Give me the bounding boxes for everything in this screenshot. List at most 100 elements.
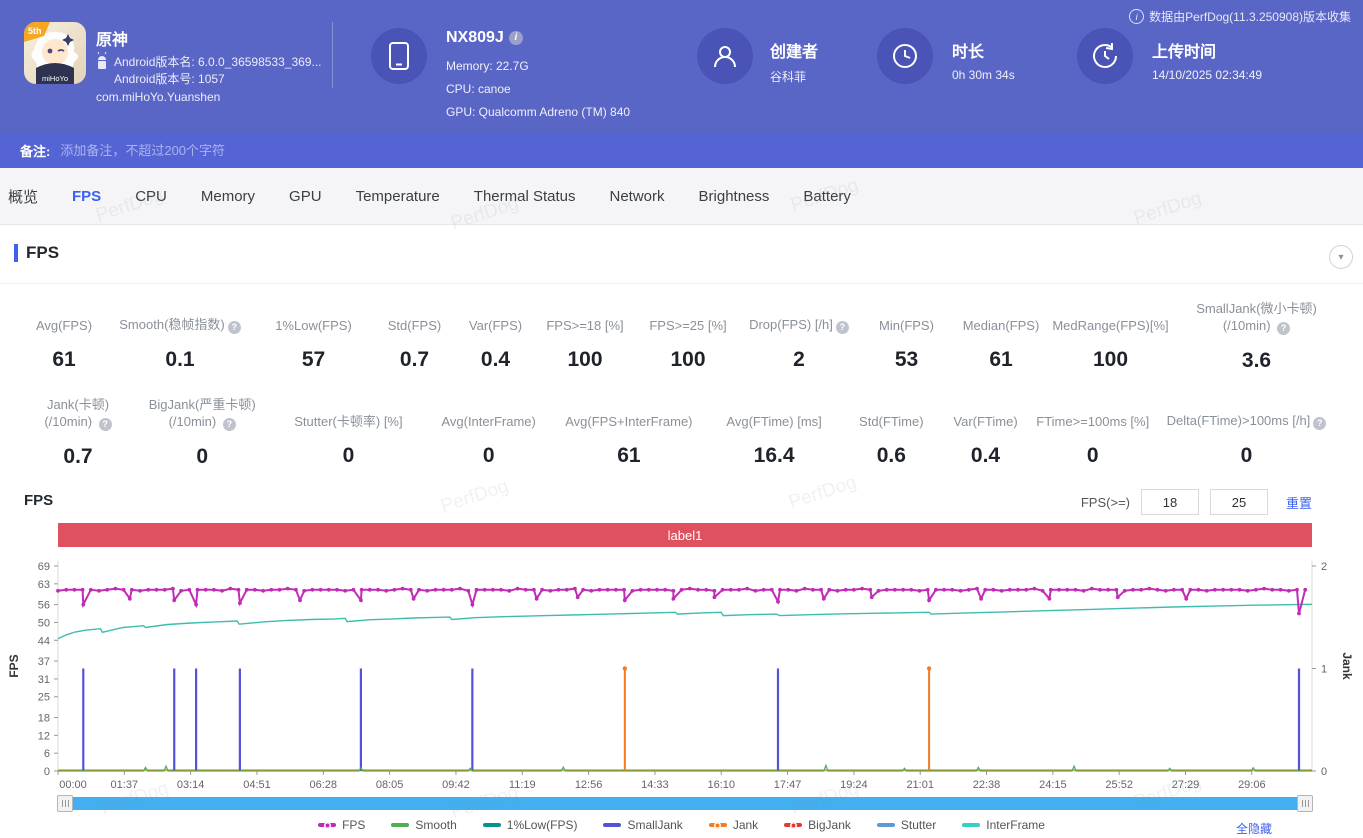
stat-cell: Std(FTime) 0.6	[843, 396, 939, 469]
perfdog-report-page: 5th miHoYo 原神 Android版本名: 6.0.0_36598533…	[0, 0, 1363, 838]
fps-threshold-input-2[interactable]	[1210, 489, 1268, 515]
stat-cell: Avg(FTime) [ms] 16.4	[705, 396, 843, 469]
section-accent-bar	[14, 244, 18, 262]
stat-label: Median(FPS)	[955, 300, 1047, 334]
help-icon[interactable]: ?	[228, 321, 241, 334]
stat-value: 16.4	[705, 444, 843, 468]
help-icon[interactable]: ?	[836, 321, 849, 334]
tab-brightness[interactable]: Brightness	[699, 188, 770, 205]
stat-value: 100	[637, 348, 739, 372]
stat-cell: Std(FPS)0.7	[372, 300, 457, 373]
svg-text:44: 44	[38, 635, 50, 647]
stat-cell: Delta(FTime)>100ms [/h]?0	[1154, 396, 1339, 469]
legend-swatch	[483, 823, 501, 827]
legend-item-1-low-fps-[interactable]: 1%Low(FPS)	[483, 818, 578, 832]
stat-cell: Avg(FPS+InterFrame)61	[553, 396, 705, 469]
reset-link[interactable]: 重置	[1286, 493, 1312, 512]
svg-text:37: 37	[38, 656, 50, 668]
svg-text:12:56: 12:56	[575, 779, 603, 791]
legend-swatch	[318, 823, 336, 827]
stat-value: 0	[425, 444, 553, 468]
legend-label: Stutter	[901, 818, 936, 832]
tab-fps[interactable]: FPS	[72, 188, 101, 205]
svg-text:50: 50	[38, 617, 50, 629]
android-version-code: Android版本号: 1057	[114, 70, 225, 87]
fps-threshold-input-1[interactable]	[1141, 489, 1199, 515]
stat-value: 0	[1032, 444, 1154, 468]
stat-cell: BigJank(严重卡顿)(/10min) ?0	[132, 396, 272, 469]
help-icon[interactable]: ?	[223, 418, 236, 431]
legend-swatch	[784, 823, 802, 827]
svg-text:29:06: 29:06	[1238, 779, 1266, 791]
note-input[interactable]	[58, 142, 1343, 159]
legend-item-bigjank[interactable]: BigJank	[784, 818, 851, 832]
tab-gpu[interactable]: GPU	[289, 188, 322, 205]
scrollbar-right-handle[interactable]	[1297, 795, 1313, 812]
stat-label: FTime>=100ms [%]	[1032, 396, 1154, 430]
legend-item-smooth[interactable]: Smooth	[391, 818, 456, 832]
hide-all-link[interactable]: 全隐藏	[1236, 820, 1272, 837]
legend-swatch	[391, 823, 409, 827]
header: 5th miHoYo 原神 Android版本名: 6.0.0_36598533…	[0, 0, 1363, 133]
chart-scrollbar[interactable]	[58, 797, 1312, 810]
legend-label: Smooth	[415, 818, 456, 832]
tab-network[interactable]: Network	[610, 188, 665, 205]
svg-text:18: 18	[38, 713, 50, 725]
app-package: com.miHoYo.Yuanshen	[96, 90, 220, 104]
tab-battery[interactable]: Battery	[803, 188, 851, 205]
stat-label: Delta(FTime)>100ms [/h]?	[1154, 396, 1339, 430]
legend-item-fps[interactable]: FPS	[318, 818, 365, 832]
android-icon	[96, 52, 108, 78]
stat-cell: Smooth(稳帧指数)?0.1	[105, 300, 255, 373]
device-memory: Memory: 22.7G	[446, 59, 529, 73]
legend-item-interframe[interactable]: InterFrame	[962, 818, 1045, 832]
svg-text:1: 1	[1321, 664, 1327, 676]
upload-time-label: 上传时间	[1152, 38, 1216, 62]
stat-cell: MedRange(FPS)[%]100	[1048, 300, 1173, 373]
device-gpu: GPU: Qualcomm Adreno (TM) 840	[446, 105, 630, 119]
help-icon[interactable]: ?	[1313, 417, 1326, 430]
tab-overview[interactable]: 概览	[8, 186, 38, 207]
stat-label: Smooth(稳帧指数)?	[105, 300, 255, 334]
legend-swatch	[962, 823, 980, 827]
svg-text:16:10: 16:10	[707, 779, 735, 791]
fps-chart[interactable]: 6963565044373125181260210FPSJank00:0001:…	[0, 551, 1363, 791]
fps-threshold-controls: FPS(>=) 重置	[1081, 489, 1312, 515]
svg-text:25: 25	[38, 692, 50, 704]
svg-text:24:15: 24:15	[1039, 779, 1067, 791]
stat-value: 0.4	[940, 444, 1032, 468]
legend-item-smalljank[interactable]: SmallJank	[603, 818, 682, 832]
collapse-section-button[interactable]: ▾	[1329, 245, 1353, 269]
tab-thermal-status[interactable]: Thermal Status	[474, 188, 576, 205]
stat-value: 0.4	[458, 348, 533, 372]
stat-label: Avg(FTime) [ms]	[705, 396, 843, 430]
stat-cell: Var(FPS) 0.4	[458, 300, 533, 373]
app-icon-badge: 5th	[28, 26, 42, 36]
stat-label: Drop(FPS) [/h]?	[740, 300, 858, 334]
help-icon[interactable]: ?	[1277, 322, 1290, 335]
tab-cpu[interactable]: CPU	[135, 188, 167, 205]
stat-label: Var(FPS)	[458, 300, 533, 334]
svg-text:08:05: 08:05	[376, 779, 404, 791]
svg-text:09:42: 09:42	[442, 779, 470, 791]
stat-value: 0.6	[843, 444, 939, 468]
device-cpu: CPU: canoe	[446, 82, 511, 96]
scrollbar-left-handle[interactable]	[57, 795, 73, 812]
chart-label-banner: label1	[58, 523, 1312, 547]
stat-label: Std(FPS)	[372, 300, 457, 334]
tab-memory[interactable]: Memory	[201, 188, 255, 205]
fps-stats-row-2: Jank(卡顿)(/10min) ?0.7BigJank(严重卡顿)(/10mi…	[24, 396, 1339, 469]
stat-cell: Drop(FPS) [/h]?2	[740, 300, 858, 373]
legend-item-jank[interactable]: Jank	[709, 818, 758, 832]
duration-icon	[877, 28, 933, 84]
tab-temperature[interactable]: Temperature	[356, 188, 440, 205]
stat-cell: FPS>=25 [%]100	[637, 300, 739, 373]
device-info-icon[interactable]: i	[509, 31, 523, 45]
help-icon[interactable]: ?	[99, 418, 112, 431]
stat-label: Std(FTime)	[843, 396, 939, 430]
app-name: 原神	[96, 26, 128, 50]
legend-item-stutter[interactable]: Stutter	[877, 818, 936, 832]
chart-title: FPS	[24, 492, 53, 509]
creator-name: 谷科菲	[770, 68, 806, 85]
stat-value: 57	[256, 348, 371, 372]
